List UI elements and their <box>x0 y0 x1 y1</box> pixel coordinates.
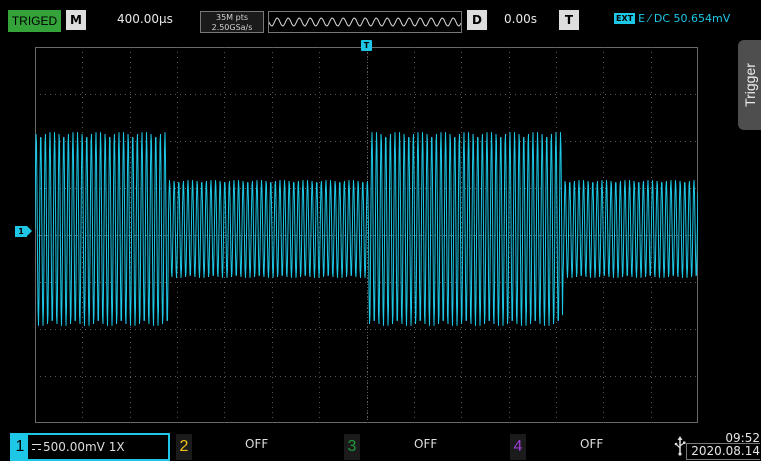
usb-icon[interactable] <box>674 436 686 456</box>
overview-wave-icon <box>268 17 462 27</box>
channel-2-panel[interactable]: 2 <box>176 433 192 461</box>
channel-3-state: OFF <box>414 437 438 451</box>
waveform-display[interactable] <box>35 47 698 423</box>
channel-2-number: 2 <box>176 434 192 460</box>
channel-1-number: 1 <box>12 435 28 459</box>
trigger-info[interactable]: EXT E ⁄ DC 50.654mV <box>614 12 730 25</box>
timebase-readout[interactable]: 400.00µs <box>117 12 173 26</box>
channel-4-number: 4 <box>510 434 526 460</box>
trigger-position-marker[interactable]: T <box>361 40 372 51</box>
trigger-state-indicator: TRIGED <box>8 10 61 32</box>
channel-4-panel[interactable]: 4 <box>510 433 526 461</box>
channel-2-state: OFF <box>245 437 269 451</box>
memory-depth-box[interactable]: 35M pts 2.50GSa/s <box>200 11 264 33</box>
trigger-button[interactable]: T <box>559 10 579 30</box>
delay-button[interactable]: D <box>467 10 487 30</box>
ch1-offset-label: 1 <box>15 226 27 237</box>
channel-1-scale: 500.00mV 1X <box>43 440 125 454</box>
waveform-overview[interactable] <box>268 11 462 33</box>
trigger-level: E ⁄ DC 50.654mV <box>638 12 731 25</box>
memory-depth: 35M pts <box>215 13 248 22</box>
channel-1-panel[interactable]: 1 500.00mV 1X <box>10 433 170 461</box>
dc-coupling-icon <box>32 444 41 450</box>
channel-1-scale-wrap: 500.00mV 1X <box>32 440 125 454</box>
side-tab-label: Trigger <box>741 63 758 107</box>
trigger-source-badge: EXT <box>614 13 636 24</box>
status-bar: TRIGED M 400.00µs 35M pts 2.50GSa/s D 0.… <box>0 0 761 37</box>
ch1-offset-marker[interactable]: 1 <box>15 226 32 237</box>
sample-rate: 2.50GSa/s <box>211 23 253 32</box>
channel-3-number: 3 <box>344 434 360 460</box>
menu-button[interactable]: M <box>66 10 86 30</box>
ch1-offset-arrow-icon <box>27 226 32 236</box>
trigger-side-tab[interactable]: Trigger <box>738 40 761 130</box>
clock: 09:52 2020.08.14 <box>690 432 760 458</box>
channel-bar: 1 500.00mV 1X 2 OFF 3 OFF 4 OFF 09:52 20… <box>0 429 761 461</box>
channel-4-state: OFF <box>580 437 604 451</box>
delay-readout[interactable]: 0.00s <box>504 12 537 26</box>
channel1-trace <box>35 132 698 326</box>
channel-3-panel[interactable]: 3 <box>344 433 360 461</box>
clock-date: 2020.08.14 <box>691 444 760 458</box>
